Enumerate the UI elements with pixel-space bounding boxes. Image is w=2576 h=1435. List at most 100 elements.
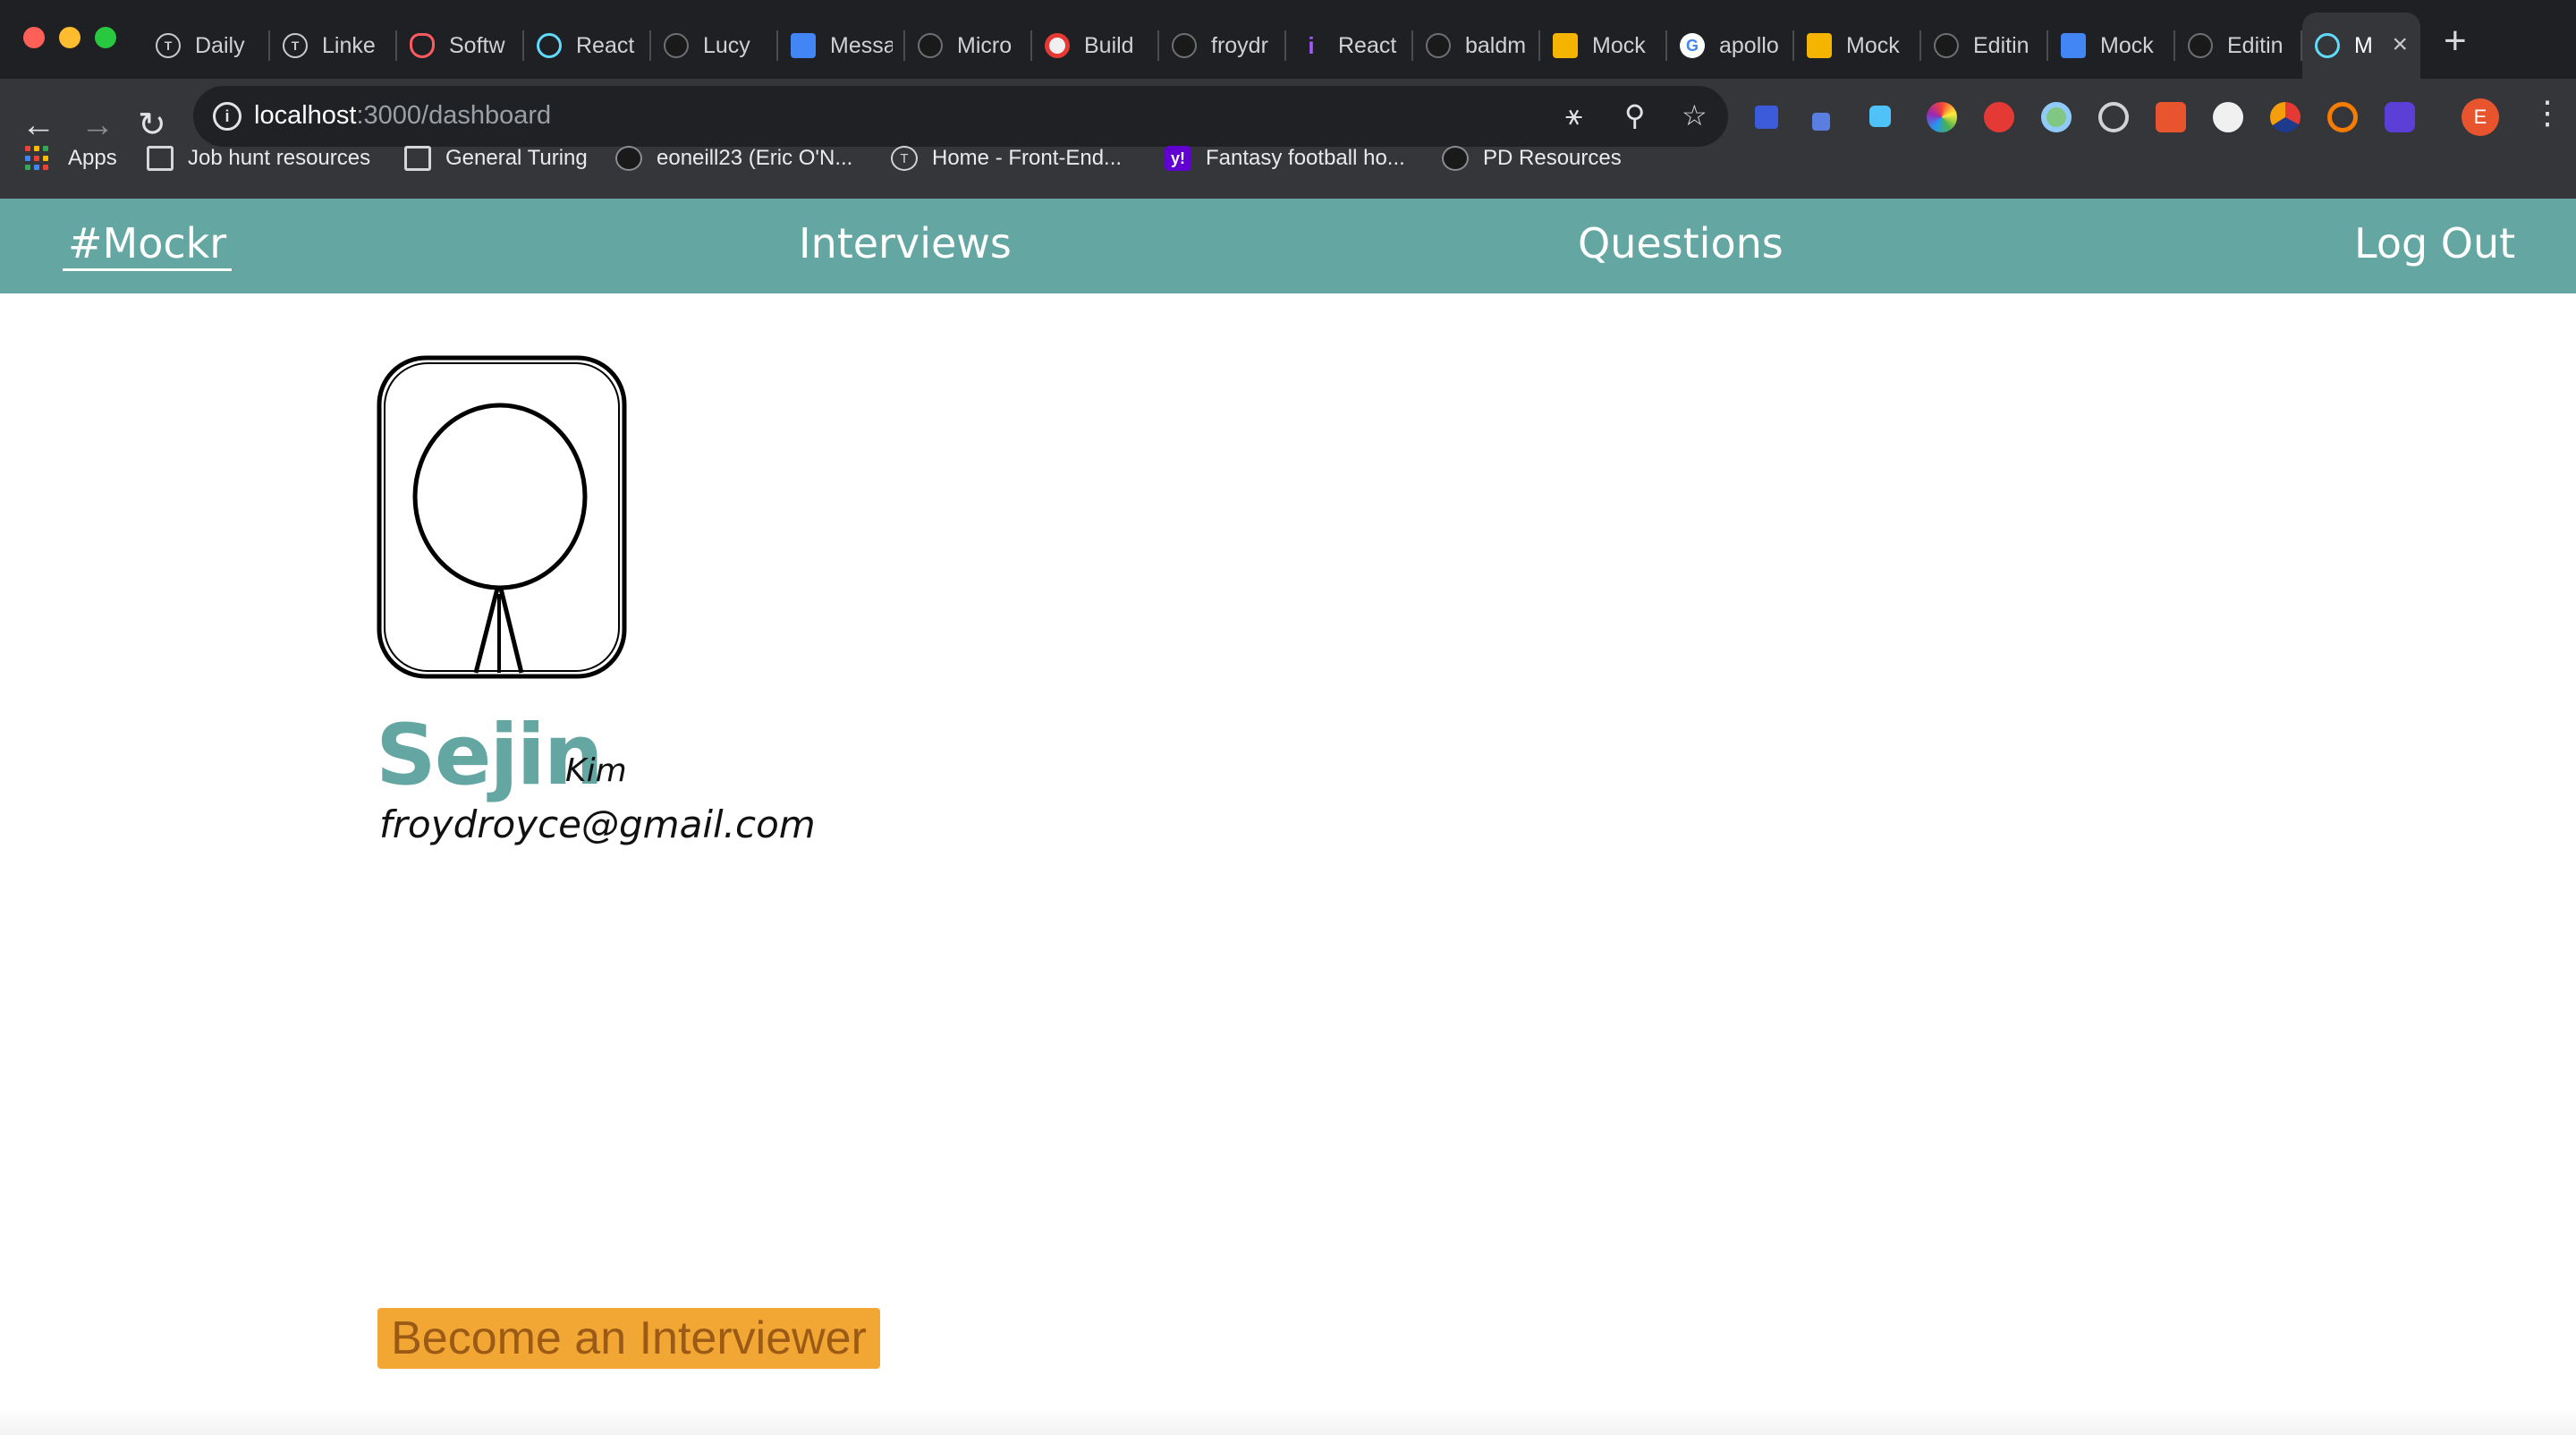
extension-orange-ring-icon[interactable] xyxy=(2327,102,2358,132)
profile-avatar-button[interactable]: E xyxy=(2462,98,2499,136)
react-icon xyxy=(537,33,562,58)
browser-tab[interactable]: Gapollo xyxy=(1667,13,1794,79)
browser-tab[interactable]: Messa xyxy=(778,13,905,79)
page-bottom-edge xyxy=(0,1408,2576,1435)
browser-tab[interactable]: Mock xyxy=(1794,13,1921,79)
address-bar[interactable]: i localhost:3000/dashboard ⚹ ⚲ ☆ xyxy=(193,86,1728,147)
github-icon xyxy=(1426,33,1451,58)
tab-title: Micro xyxy=(957,32,1013,58)
tab-title: Editin xyxy=(2227,32,2284,58)
bookmark-apps[interactable]: Apps xyxy=(25,143,117,174)
extension-white-circle-icon[interactable] xyxy=(2213,102,2243,132)
maximize-window-button[interactable] xyxy=(95,27,116,48)
zoom-icon[interactable]: ⚲ xyxy=(1624,98,1645,132)
extension-target-icon[interactable] xyxy=(2098,102,2129,132)
bookmark-label: eoneill23 (Eric O'N... xyxy=(657,146,853,170)
reload-button[interactable]: ↻ xyxy=(138,106,166,145)
url-text: localhost:3000/dashboard xyxy=(254,101,551,131)
browser-tab[interactable]: Mock xyxy=(2048,13,2175,79)
brand-home-link[interactable]: #Mockr xyxy=(63,218,233,271)
tab-title: Linke xyxy=(322,32,376,58)
bookmark-job-hunt-resources[interactable]: Job hunt resources xyxy=(147,143,370,174)
github-icon xyxy=(1442,146,1469,171)
extension-highlighter-icon[interactable] xyxy=(1869,106,1891,127)
airbnb-icon xyxy=(410,33,435,58)
folder-icon xyxy=(404,146,431,171)
browser-menu-icon[interactable]: ⋮ xyxy=(2531,95,2563,131)
build-icon xyxy=(1045,33,1070,58)
password-key-icon[interactable]: ⚹ xyxy=(1565,98,1582,132)
browser-toolbar: ← → ↻ i localhost:3000/dashboard ⚹ ⚲ ☆ E… xyxy=(0,79,2576,215)
browser-tab[interactable]: Mock xyxy=(1540,13,1667,79)
bookmark-pd-resources[interactable]: PD Resources xyxy=(1442,143,1622,174)
forward-button[interactable]: → xyxy=(80,106,114,145)
browser-tab[interactable]: T Linke xyxy=(270,13,397,79)
tab-title: React xyxy=(1338,32,1397,58)
bookmark-label: Job hunt resources xyxy=(188,146,371,170)
nav-link-logout[interactable]: Log Out xyxy=(2354,218,2515,268)
extension-square-icon[interactable] xyxy=(1755,106,1778,129)
tab-title: Editin xyxy=(1973,32,2029,58)
close-tab-icon[interactable]: × xyxy=(2392,31,2408,58)
info-icon: i xyxy=(1308,31,1315,59)
url-host: localhost xyxy=(254,101,357,130)
browser-tab[interactable]: baldm xyxy=(1413,13,1540,79)
extension-react-devtools-icon[interactable] xyxy=(2156,102,2186,132)
url-path: :3000/dashboard xyxy=(356,101,552,130)
slides-icon xyxy=(1807,33,1832,58)
browser-tab[interactable]: Lucy xyxy=(651,13,778,79)
browser-tab[interactable]: froydr xyxy=(1159,13,1286,79)
browser-tab[interactable]: Build xyxy=(1032,13,1159,79)
extension-redux-icon[interactable] xyxy=(2270,102,2301,132)
bookmark-label: PD Resources xyxy=(1483,146,1622,170)
close-window-button[interactable] xyxy=(23,27,45,48)
profile-email: froydroyce@gmail.com xyxy=(379,802,816,846)
t-circle-icon: T xyxy=(283,33,308,58)
slides-icon xyxy=(1553,33,1578,58)
tab-title: apollo xyxy=(1719,32,1779,58)
bookmark-general-turing[interactable]: General Turing xyxy=(404,143,588,174)
bookmark-star-icon[interactable]: ☆ xyxy=(1682,98,1707,132)
google-icon: G xyxy=(1680,33,1705,58)
browser-tab[interactable]: Micro xyxy=(905,13,1032,79)
bookmark-fantasy-football[interactable]: y! Fantasy football ho... xyxy=(1165,143,1405,174)
tab-title: Mock xyxy=(1846,32,1900,58)
back-button[interactable]: ← xyxy=(21,106,55,145)
extension-pen-icon[interactable] xyxy=(1812,113,1830,131)
yahoo-icon: y! xyxy=(1165,146,1191,171)
browser-tab[interactable]: React xyxy=(524,13,651,79)
site-info-icon[interactable]: i xyxy=(213,102,242,131)
browser-tab[interactable]: T Daily xyxy=(143,13,270,79)
tab-title: baldm xyxy=(1465,32,1527,58)
profile-last-name: Kim xyxy=(565,752,627,789)
browser-tab-active[interactable]: M × xyxy=(2302,13,2420,79)
minimize-window-button[interactable] xyxy=(59,27,80,48)
tab-title: Mock xyxy=(2100,32,2154,58)
browser-tab[interactable]: Editin xyxy=(2175,13,2302,79)
github-icon xyxy=(1934,33,1959,58)
app-navbar: #Mockr Interviews Questions Log Out xyxy=(0,199,2576,293)
become-interviewer-button[interactable]: Become an Interviewer xyxy=(377,1308,880,1369)
tab-title: Messa xyxy=(830,32,893,58)
bookmark-home-front-end[interactable]: T Home - Front-End... xyxy=(891,143,1122,174)
docs-icon xyxy=(791,33,816,58)
tab-title: React xyxy=(576,32,635,58)
github-icon xyxy=(664,33,689,58)
apps-grid-icon xyxy=(25,146,50,171)
browser-tab[interactable]: Softw xyxy=(397,13,524,79)
extension-purple-icon[interactable] xyxy=(2385,102,2415,132)
browser-tab[interactable]: Editin xyxy=(1921,13,2048,79)
tab-title: froydr xyxy=(1211,32,1268,58)
github-icon xyxy=(2188,33,2213,58)
tab-title: Daily xyxy=(195,32,245,58)
extension-circle-blue-icon[interactable] xyxy=(2041,102,2072,132)
nav-link-questions[interactable]: Questions xyxy=(1578,218,1784,268)
bookmark-eoneill23[interactable]: eoneill23 (Eric O'N... xyxy=(615,143,852,174)
new-tab-button[interactable]: + xyxy=(2444,21,2467,61)
bookmark-label: Apps xyxy=(68,146,117,170)
nav-link-interviews[interactable]: Interviews xyxy=(799,218,1012,268)
bookmark-label: Home - Front-End... xyxy=(932,146,1123,170)
extension-stop-hand-icon[interactable] xyxy=(1984,102,2014,132)
extension-color-wheel-icon[interactable] xyxy=(1927,102,1957,132)
browser-tab[interactable]: i React xyxy=(1286,13,1413,79)
